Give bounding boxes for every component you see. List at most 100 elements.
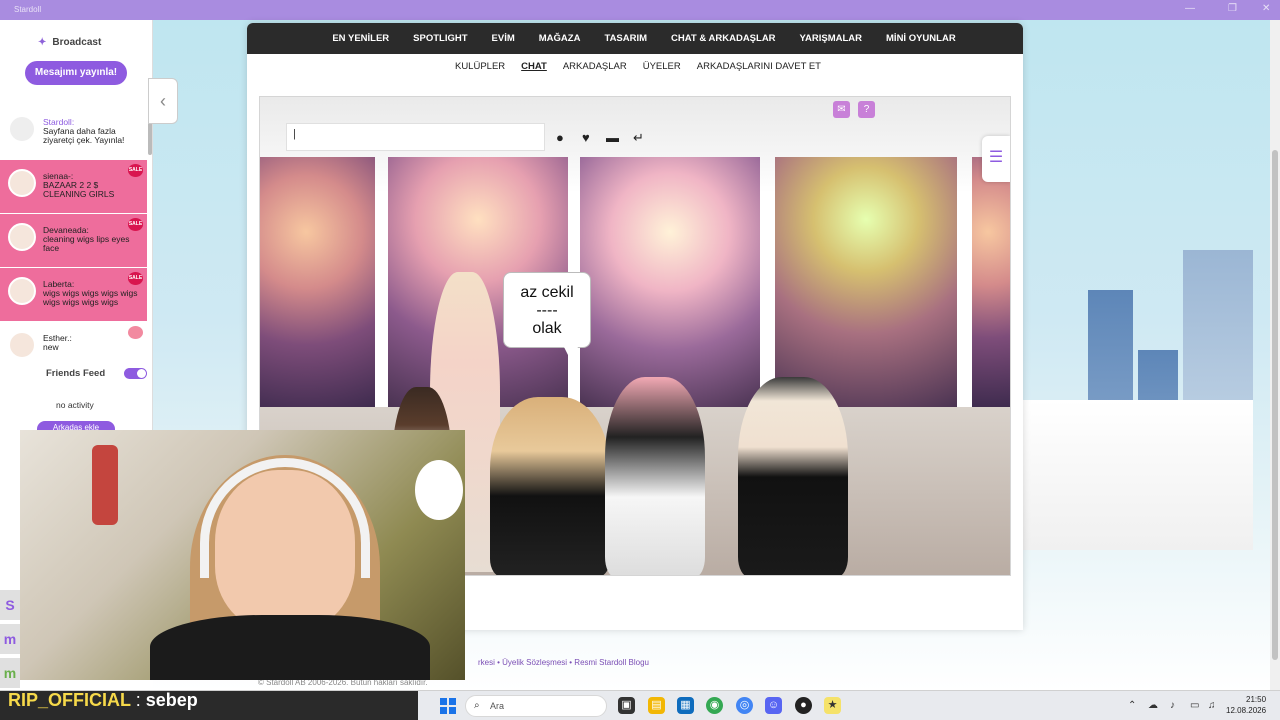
subnav-friends[interactable]: ARKADAŞLAR <box>555 54 635 80</box>
chrome-icon[interactable]: ◉ <box>706 697 723 714</box>
search-icon: ⌕ <box>474 700 480 711</box>
hamburger-icon: ☰ <box>988 149 1004 166</box>
clock-date: 12.08.2026 <box>1226 706 1267 715</box>
flower-icon <box>128 326 143 339</box>
taskbar-search-placeholder: Ara <box>490 701 505 711</box>
subnav-members[interactable]: ÜYELER <box>635 54 689 80</box>
browser-icon[interactable]: ◎ <box>736 697 753 714</box>
sale-badge: SALE <box>128 272 143 285</box>
nav-item-design[interactable]: TASARIM <box>592 23 659 54</box>
side-app-icons: S m m <box>0 590 20 692</box>
speech-bubble-tail <box>564 347 578 361</box>
scrollbar-thumb[interactable] <box>1272 150 1278 660</box>
feed-item[interactable]: Devaneada: cleaning wigs lips eyes face … <box>0 214 147 268</box>
panda-plush <box>415 460 463 520</box>
feed-item-message: BAZAAR 2 2 $ CLEANING GIRLS <box>43 180 115 199</box>
window-fireworks <box>260 157 375 407</box>
feed-item[interactable]: Stardoll: Sayfana daha fazla ziyaretçi ç… <box>0 106 147 160</box>
doll-avatar[interactable] <box>490 397 610 575</box>
headset-icon <box>200 458 370 578</box>
taskbar-search[interactable]: ⌕ Ara <box>465 695 607 717</box>
speech-bubble-line: ---- <box>536 302 558 319</box>
feed-item-message: new <box>43 342 59 352</box>
stardoll-m-icon[interactable]: m <box>0 624 20 654</box>
close-icon[interactable]: ✕ <box>1262 3 1270 14</box>
lantern-decoration <box>92 445 118 525</box>
broadcast-header: ✦ Broadcast <box>38 37 101 48</box>
stream-chat-message: RIP_OFFICIAL : sebep <box>8 690 198 711</box>
publish-message-button[interactable]: Mesajımı yayınla! <box>25 61 127 85</box>
speech-bubble-icon[interactable]: ● <box>556 130 564 145</box>
microphone-icon[interactable]: ♪ <box>1170 700 1175 711</box>
chat-text: sebep <box>145 690 198 710</box>
page-scrollbar[interactable] <box>1270 20 1280 690</box>
avatar <box>8 169 36 197</box>
window-title-bar: Stardoll — ❐ ✕ <box>0 0 1280 20</box>
discord-icon[interactable]: ☺ <box>765 697 782 714</box>
volume-icon[interactable]: ♫ <box>1208 700 1216 711</box>
clock-time: 21:50 <box>1246 695 1267 704</box>
window-title: Stardoll <box>14 5 42 14</box>
stardoll-s-icon[interactable]: S <box>0 590 20 620</box>
envelope-icon[interactable]: ✉ <box>833 101 850 118</box>
subnav-invite-friends[interactable]: ARKADAŞLARINI DAVET ET <box>689 54 829 80</box>
sub-nav: KULÜPLER CHAT ARKADAŞLAR ÜYELER ARKADAŞL… <box>247 54 1023 80</box>
main-nav: EN YENİLER SPOTLIGHT EVİM MAĞAZA TASARIM… <box>247 23 1023 54</box>
nav-item-newest[interactable]: EN YENİLER <box>320 23 401 54</box>
network-icon[interactable]: ▭ <box>1190 700 1199 711</box>
chevron-up-icon[interactable]: ⌃ <box>1128 700 1136 711</box>
streamer-shirt <box>150 615 430 680</box>
sale-badge: SALE <box>128 164 143 177</box>
megaphone-icon: ✦ <box>38 37 47 48</box>
speech-bubble-line: olak <box>532 320 562 337</box>
undo-arrow-icon[interactable]: ↵ <box>633 130 644 146</box>
feed-item-message: cleaning wigs lips eyes face <box>43 234 130 253</box>
maximize-icon[interactable]: ❐ <box>1228 3 1237 14</box>
doll-avatar[interactable] <box>738 377 848 575</box>
help-icon[interactable]: ? <box>858 101 875 118</box>
minimize-icon[interactable]: — <box>1185 3 1195 14</box>
friends-feed-toggle[interactable] <box>124 368 147 379</box>
chat-username: RIP_OFFICIAL <box>8 690 131 710</box>
chat-separator: : <box>135 690 141 710</box>
window-fireworks <box>775 157 957 407</box>
friends-feed-label: Friends Feed <box>46 368 106 379</box>
feed-item[interactable]: sienaa-: BAZAAR 2 2 $ CLEANING GIRLS SAL… <box>0 160 147 214</box>
sale-badge: SALE <box>128 218 143 231</box>
avatar <box>8 331 36 359</box>
store-icon[interactable]: ▦ <box>677 697 694 714</box>
doll-avatar[interactable] <box>605 377 705 575</box>
file-explorer-icon[interactable]: ▤ <box>648 697 665 714</box>
cloud-icon[interactable]: ☁ <box>1148 700 1158 711</box>
broadcast-feed: Stardoll: Sayfana daha fazla ziyaretçi ç… <box>0 106 147 376</box>
subnav-clubs[interactable]: KULÜPLER <box>447 54 513 80</box>
chat-message-input[interactable]: | <box>286 123 545 151</box>
feed-item-message: Sayfana daha fazla ziyaretçi çek. Yayınl… <box>43 126 125 145</box>
nav-item-mini-games[interactable]: MİNİ OYUNLAR <box>874 23 968 54</box>
taskbar-clock[interactable]: 21:50 12.08.2026 <box>1226 694 1266 716</box>
webcam-overlay <box>20 430 465 680</box>
stardoll-app-icon[interactable]: ★ <box>824 697 841 714</box>
nav-item-contests[interactable]: YARIŞMALAR <box>788 23 874 54</box>
obs-icon[interactable]: ● <box>795 697 812 714</box>
window-fireworks <box>972 157 1010 407</box>
chevron-left-icon: ‹ <box>160 91 166 111</box>
task-view-icon[interactable]: ▣ <box>618 697 635 714</box>
feed-item[interactable]: Laberta: wigs wigs wigs wigs wigs wigs w… <box>0 268 147 322</box>
avatar <box>8 277 36 305</box>
building-white <box>1023 400 1253 550</box>
windows-start-icon[interactable] <box>440 698 456 714</box>
emote-icon[interactable]: ▬ <box>606 130 619 145</box>
footer-links[interactable]: rkesi • Üyelik Sözleşmesi • Resmi Stardo… <box>478 658 649 667</box>
speech-bubble: az cekil ---- olak <box>503 272 591 361</box>
nav-item-store[interactable]: MAĞAZA <box>527 23 593 54</box>
subnav-chat[interactable]: CHAT <box>513 54 555 80</box>
collapse-sidebar-button[interactable]: ‹ <box>148 78 178 124</box>
room-menu-button[interactable]: ☰ <box>982 136 1010 182</box>
stardoll-m-icon[interactable]: m <box>0 658 20 688</box>
nav-item-chat-friends[interactable]: CHAT & ARKADAŞLAR <box>659 23 788 54</box>
nav-item-spotlight[interactable]: SPOTLIGHT <box>401 23 479 54</box>
nav-item-home[interactable]: EVİM <box>480 23 527 54</box>
heart-icon[interactable]: ♥ <box>582 130 590 145</box>
broadcast-sidebar: ✦ Broadcast Mesajımı yayınla! Stardoll: S… <box>0 20 153 435</box>
